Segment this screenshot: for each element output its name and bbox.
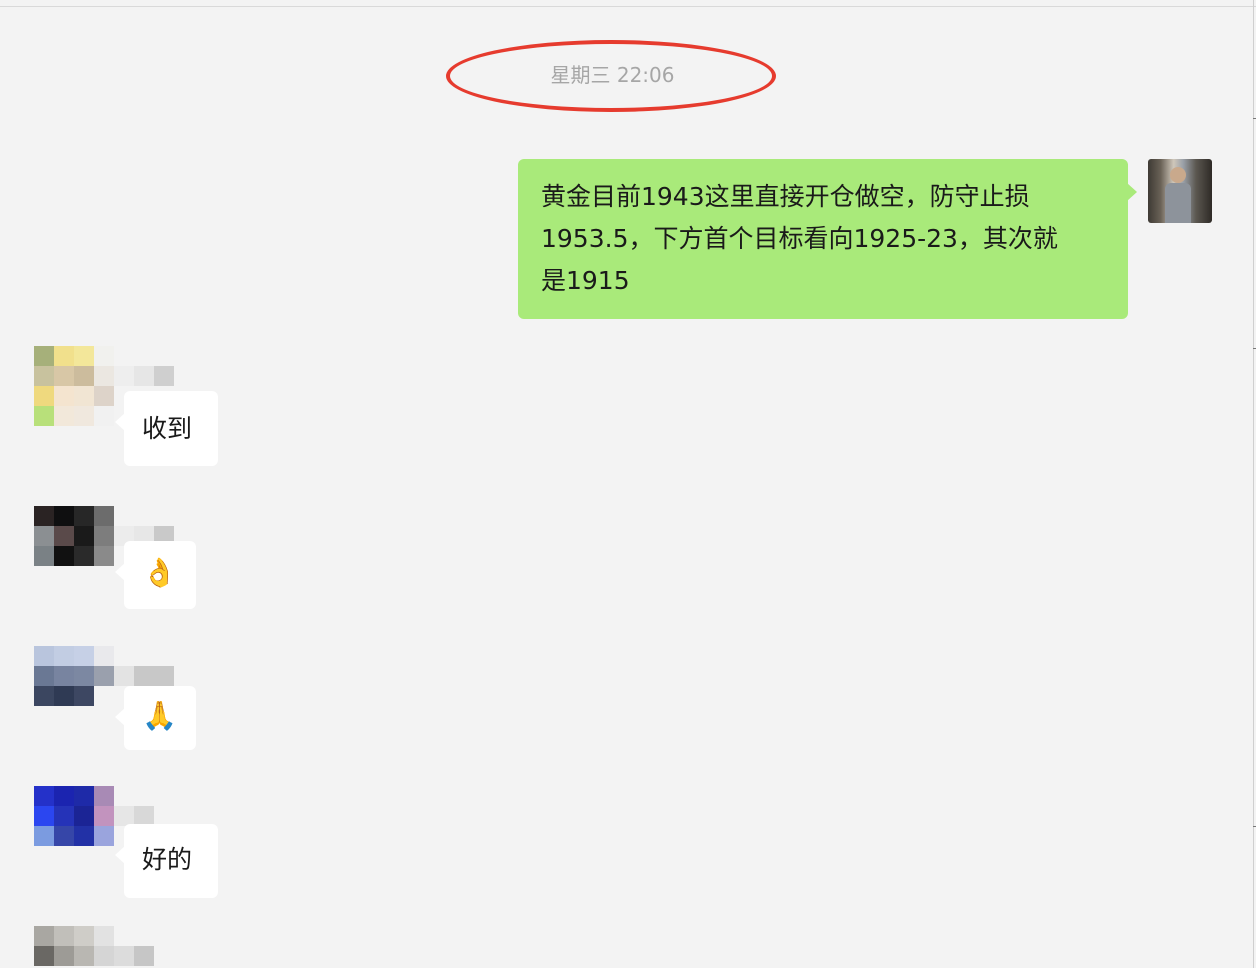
message-text: 收到 (142, 414, 193, 443)
incoming-message-bubble[interactable]: 收到 (115, 391, 218, 466)
pixelated-avatar[interactable] (34, 346, 114, 426)
incoming-message-bubble[interactable]: 好的 (115, 824, 218, 898)
incoming-message-bubble[interactable]: 👌 (115, 541, 196, 609)
blurred-sender-name (114, 806, 154, 826)
ok-hand-emoji: 👌 (142, 556, 177, 589)
my-message-bubble[interactable]: 黄金目前1943这里直接开仓做空，防守止损 1953.5，下方首个目标看向192… (518, 159, 1137, 319)
pixelated-avatar[interactable] (34, 786, 114, 866)
pixelated-avatar[interactable] (34, 646, 114, 726)
my-avatar[interactable] (1148, 159, 1212, 223)
praying-hands-emoji: 🙏 (142, 699, 177, 732)
blurred-sender-name (114, 946, 154, 966)
blurred-sender-name (114, 366, 174, 386)
avatar-body (1165, 183, 1191, 223)
annotation-ellipse (446, 40, 776, 112)
incoming-message-bubble[interactable]: 🙏 (115, 686, 196, 750)
my-message-line: 1953.5，下方首个目标看向1925-23，其次就 (541, 224, 1058, 253)
blurred-sender-name (114, 666, 174, 686)
my-message-line: 黄金目前1943这里直接开仓做空，防守止损 (541, 182, 1030, 211)
scrollbar-track[interactable] (1253, 0, 1254, 968)
message-text: 好的 (142, 845, 193, 874)
pixelated-avatar[interactable] (34, 926, 114, 968)
my-message-line: 是1915 (541, 266, 630, 295)
pixelated-avatar[interactable] (34, 506, 114, 586)
avatar-head (1170, 167, 1186, 183)
window-top-border (0, 6, 1256, 7)
